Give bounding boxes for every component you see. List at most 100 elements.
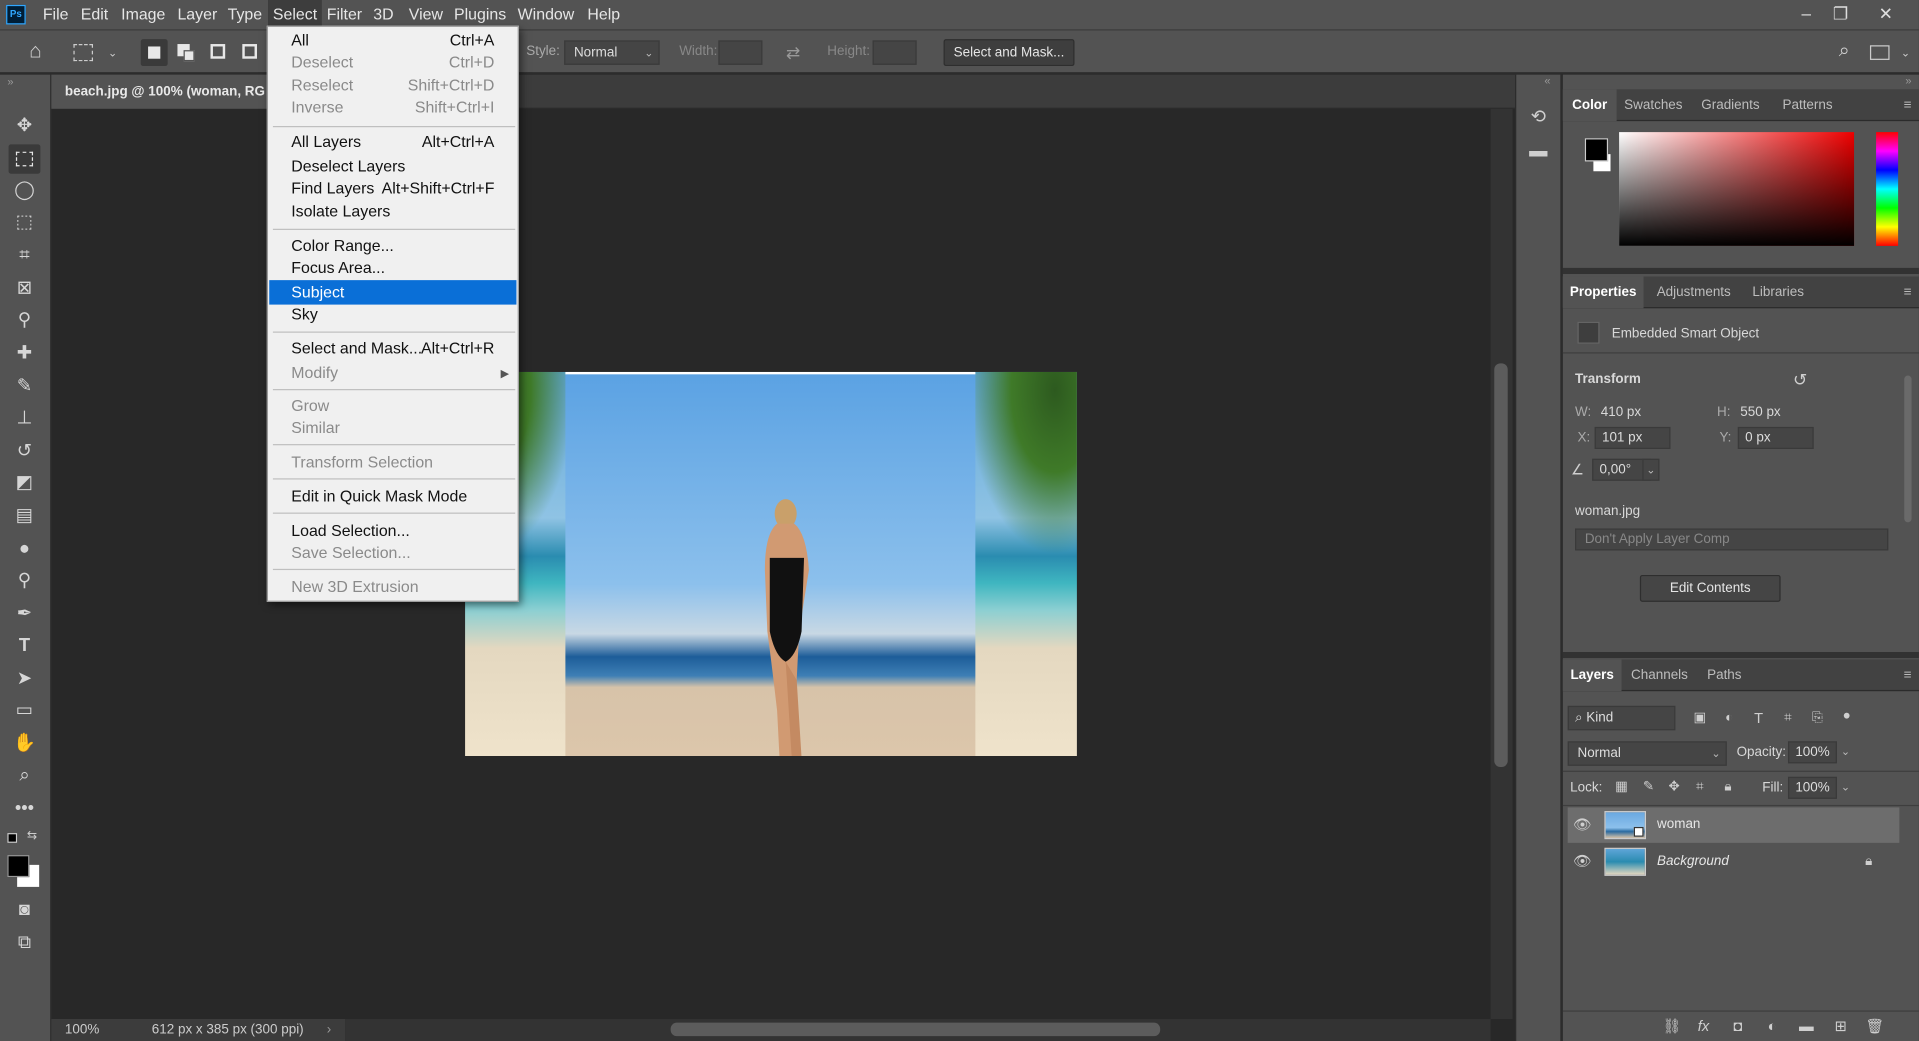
zoom-level[interactable]: 100% [65, 1019, 99, 1041]
height-field[interactable] [872, 40, 917, 65]
menu-item-similar[interactable]: Similar [269, 416, 516, 440]
tab-layers[interactable]: Layers [1562, 659, 1622, 692]
filter-type-icon[interactable]: T [1749, 706, 1769, 730]
collapse-icon[interactable]: » [1905, 75, 1911, 87]
layer-row-woman[interactable]: 👁︎ woman [1567, 807, 1900, 843]
restore-button[interactable]: ❐ [1823, 0, 1857, 29]
foreground-color-swatch[interactable] [7, 855, 30, 878]
crop-tool-icon[interactable]: ⌗ [9, 241, 41, 270]
intersect-selection-icon[interactable] [242, 44, 257, 59]
properties-scroll-thumb[interactable] [1904, 375, 1912, 523]
chevron-down-icon[interactable]: ⌄ [1837, 741, 1854, 763]
vertical-scroll-thumb[interactable] [1494, 363, 1508, 768]
brush-tool-icon[interactable]: ✎ [9, 372, 41, 401]
frame-tool-icon[interactable]: ⊠ [9, 274, 41, 303]
menu-item-all-layers[interactable]: All Layers Alt+Ctrl+A [269, 130, 516, 154]
panel-menu-icon[interactable]: ≡ [1904, 276, 1912, 308]
lock-position-icon[interactable]: ✥ [1664, 774, 1684, 798]
lock-artboard-icon[interactable]: ⌗ [1690, 774, 1710, 798]
menu-item-focus-area[interactable]: Focus Area... [269, 256, 516, 280]
opacity-field[interactable]: 100% [1787, 741, 1837, 764]
layer-name[interactable]: Background [1657, 854, 1729, 869]
layer-name[interactable]: woman [1657, 817, 1700, 832]
new-selection-button[interactable] [140, 39, 168, 67]
move-tool-icon[interactable]: ✥ [9, 111, 41, 140]
menu-item-inverse[interactable]: Inverse Shift+Ctrl+I [269, 95, 516, 119]
pen-tool-icon[interactable]: ✒ [9, 599, 41, 628]
history-brush-tool-icon[interactable]: ↺ [9, 437, 41, 466]
properties-scrollbar[interactable] [1903, 361, 1913, 618]
panel-menu-icon[interactable]: ≡ [1904, 89, 1912, 121]
lock-all-icon[interactable]: 🔒︎ [1718, 774, 1738, 798]
x-field[interactable]: 101 px [1594, 426, 1671, 449]
home-icon[interactable]: ⌂ [22, 39, 49, 63]
hand-tool-icon[interactable]: ✋ [9, 729, 41, 758]
lock-pixels-icon[interactable]: ✎ [1639, 774, 1659, 798]
search-icon[interactable]: ⌕ [1831, 39, 1858, 63]
y-field[interactable]: 0 px [1737, 426, 1814, 449]
tab-patterns[interactable]: Patterns [1773, 89, 1842, 121]
menu-item-deselect-layers[interactable]: Deselect Layers [269, 154, 516, 178]
add-mask-icon[interactable]: ◘ [1727, 1014, 1749, 1038]
new-layer-icon[interactable]: ⊞ [1830, 1014, 1852, 1038]
gradient-tool-icon[interactable]: ▤ [9, 502, 41, 531]
rectangle-tool-icon[interactable]: ▭ [9, 696, 41, 725]
tab-channels[interactable]: Channels [1624, 659, 1695, 691]
select-and-mask-button[interactable]: Select and Mask... [943, 39, 1075, 67]
reset-transform-icon[interactable]: ↺ [1788, 367, 1812, 391]
tab-gradients[interactable]: Gradients [1690, 89, 1771, 121]
chevron-down-icon[interactable]: ⌄ [104, 40, 121, 64]
link-layers-icon[interactable]: ⛓︎ [1661, 1014, 1683, 1038]
swap-icon[interactable]: ⇄ [781, 40, 805, 64]
menu-file[interactable]: File [38, 0, 73, 29]
menu-item-color-range[interactable]: Color Range... [269, 234, 516, 258]
document-image[interactable] [465, 371, 1077, 756]
menu-type[interactable]: Type [223, 0, 267, 29]
panel-menu-icon[interactable]: ≡ [1904, 659, 1912, 691]
swap-colors-icon[interactable]: ⇆ [27, 829, 37, 842]
eye-icon[interactable]: 👁︎ [1573, 849, 1593, 873]
object-select-tool-icon[interactable]: ⬚ [9, 208, 41, 237]
menu-item-subject[interactable]: Subject [269, 280, 517, 305]
menu-item-3d-extrusion[interactable]: New 3D Extrusion [269, 575, 516, 599]
healing-brush-tool-icon[interactable]: ✚ [9, 339, 41, 368]
collapse-toolbar-icon[interactable]: » [7, 76, 13, 88]
menu-item-load-selection[interactable]: Load Selection... [269, 519, 516, 543]
lasso-tool-icon[interactable]: ◯ [9, 176, 41, 205]
menu-item-transform-selection[interactable]: Transform Selection [269, 450, 516, 474]
rect-marquee-preset-icon[interactable] [73, 44, 94, 62]
fill-field[interactable]: 100% [1787, 776, 1837, 799]
menu-item-modify[interactable]: Modify ▶ [269, 361, 516, 385]
eraser-tool-icon[interactable]: ◩ [9, 469, 41, 498]
chevron-down-icon[interactable]: ⌄ [1642, 458, 1660, 481]
comments-icon[interactable]: ▬ [1526, 139, 1550, 163]
menu-item-grow[interactable]: Grow [269, 394, 516, 418]
menu-edit[interactable]: Edit [76, 0, 113, 29]
close-button[interactable]: ✕ [1869, 0, 1903, 29]
more-tools-icon[interactable]: ••• [9, 794, 41, 823]
layer-filter-select[interactable]: ⌕ Kind [1567, 705, 1676, 731]
width-field[interactable] [718, 40, 763, 65]
quick-mask-icon[interactable]: ◙ [9, 895, 41, 924]
fx-icon[interactable]: fx [1693, 1014, 1715, 1038]
hue-slider[interactable] [1876, 132, 1899, 246]
layer-row-background[interactable]: 👁︎ Background 🔒︎ [1568, 844, 1900, 879]
subtract-selection-icon[interactable] [210, 44, 226, 59]
menu-image[interactable]: Image [116, 0, 170, 29]
color-picker-field[interactable] [1619, 132, 1855, 246]
menu-item-find-layers[interactable]: Find Layers Alt+Shift+Ctrl+F [269, 176, 516, 200]
filter-adjustment-icon[interactable]: ◐ [1719, 706, 1739, 730]
filter-pixel-icon[interactable]: ▣ [1690, 706, 1710, 730]
horizontal-scroll-thumb[interactable] [670, 1022, 1161, 1037]
menu-item-all[interactable]: All Ctrl+A [269, 28, 516, 52]
tab-libraries[interactable]: Libraries [1744, 276, 1813, 308]
delete-layer-icon[interactable]: 🗑︎ [1864, 1014, 1886, 1038]
menu-item-save-selection[interactable]: Save Selection... [269, 541, 516, 565]
type-tool-icon[interactable]: T [9, 631, 41, 660]
workspace-icon[interactable] [1869, 45, 1890, 60]
filter-toggle-icon[interactable]: ● [1837, 703, 1857, 727]
marquee-tool-icon[interactable] [8, 144, 41, 174]
new-adjustment-icon[interactable]: ◐ [1761, 1014, 1783, 1038]
new-group-icon[interactable]: ▬ [1795, 1014, 1817, 1038]
tab-adjustments[interactable]: Adjustments [1646, 276, 1741, 308]
